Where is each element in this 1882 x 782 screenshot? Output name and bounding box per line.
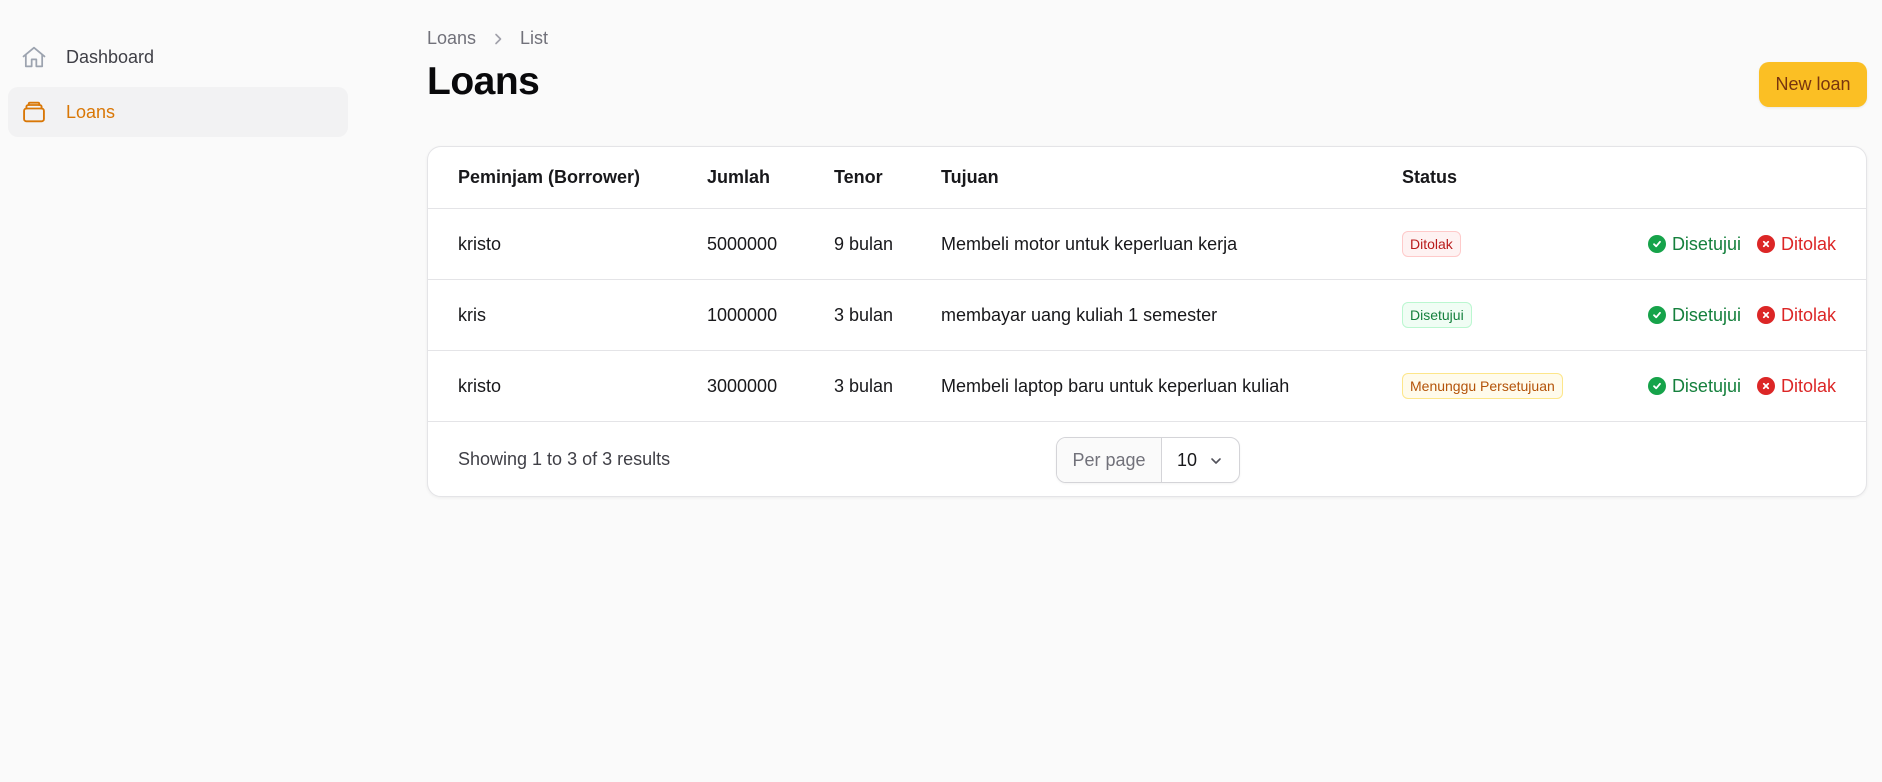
sidebar-item-loans[interactable]: Loans bbox=[8, 87, 348, 137]
sidebar-item-label: Dashboard bbox=[66, 46, 155, 67]
table-row: kristo 5000000 9 bulan Membeli motor unt… bbox=[428, 209, 1866, 280]
cell-amount: 5000000 bbox=[707, 233, 778, 254]
table-row: kristo 3000000 3 bulan Membeli laptop ba… bbox=[428, 351, 1866, 422]
cell-borrower: kris bbox=[458, 304, 486, 325]
status-badge: Menunggu Persetujuan bbox=[1402, 373, 1563, 399]
reject-label: Ditolak bbox=[1780, 375, 1836, 396]
loans-icon bbox=[20, 98, 48, 126]
cell-tenor: 3 bulan bbox=[834, 304, 894, 325]
cell-amount: 3000000 bbox=[707, 375, 778, 396]
cell-purpose: Membeli laptop baru untuk keperluan kuli… bbox=[941, 375, 1290, 396]
column-header-amount[interactable]: Jumlah bbox=[707, 167, 834, 188]
approve-label: Disetujui bbox=[1671, 375, 1741, 396]
breadcrumb-loans-link[interactable]: Loans bbox=[427, 28, 476, 49]
sidebar: Dashboard Loans bbox=[0, 0, 356, 782]
reject-label: Ditolak bbox=[1780, 304, 1836, 325]
chevron-right-icon bbox=[492, 33, 504, 45]
table-footer: Showing 1 to 3 of 3 results Per page 10 bbox=[428, 422, 1866, 496]
check-circle-icon bbox=[1647, 377, 1666, 395]
status-badge: Disetujui bbox=[1402, 302, 1472, 328]
home-icon bbox=[20, 43, 48, 71]
x-circle-icon bbox=[1756, 235, 1775, 253]
cell-tenor: 9 bulan bbox=[834, 233, 894, 254]
check-circle-icon bbox=[1647, 235, 1666, 253]
reject-button[interactable]: Ditolak bbox=[1756, 233, 1836, 255]
table-header: Peminjam (Borrower) Jumlah Tenor Tujuan … bbox=[428, 147, 1866, 209]
reject-label: Ditolak bbox=[1780, 233, 1836, 254]
column-header-status[interactable]: Status bbox=[1402, 167, 1642, 188]
per-page-select[interactable]: 10 bbox=[1162, 438, 1239, 482]
per-page-control: Per page 10 bbox=[1056, 437, 1240, 483]
approve-label: Disetujui bbox=[1671, 233, 1741, 254]
sidebar-item-dashboard[interactable]: Dashboard bbox=[8, 32, 348, 82]
cell-tenor: 3 bulan bbox=[834, 375, 894, 396]
column-header-borrower[interactable]: Peminjam (Borrower) bbox=[428, 167, 707, 188]
table-row: kris 1000000 3 bulan membayar uang kulia… bbox=[428, 280, 1866, 351]
new-loan-button[interactable]: New loan bbox=[1759, 62, 1867, 107]
status-badge: Ditolak bbox=[1402, 231, 1461, 257]
loans-table: Peminjam (Borrower) Jumlah Tenor Tujuan … bbox=[427, 146, 1867, 497]
page-title: Loans bbox=[427, 60, 540, 103]
cell-purpose: membayar uang kuliah 1 semester bbox=[941, 304, 1218, 325]
chevron-down-icon bbox=[1209, 452, 1223, 473]
reject-button[interactable]: Ditolak bbox=[1756, 375, 1836, 397]
approve-label: Disetujui bbox=[1671, 304, 1741, 325]
sidebar-item-label: Loans bbox=[66, 101, 116, 122]
cell-borrower: kristo bbox=[458, 375, 502, 396]
column-header-tenor[interactable]: Tenor bbox=[834, 167, 941, 188]
cell-amount: 1000000 bbox=[707, 304, 778, 325]
x-circle-icon bbox=[1756, 377, 1775, 395]
per-page-value: 10 bbox=[1177, 449, 1198, 470]
cell-purpose: Membeli motor untuk keperluan kerja bbox=[941, 233, 1238, 254]
check-circle-icon bbox=[1647, 306, 1666, 324]
x-circle-icon bbox=[1756, 306, 1775, 324]
per-page-label: Per page bbox=[1057, 438, 1162, 482]
breadcrumb-current: List bbox=[520, 28, 549, 48]
approve-button[interactable]: Disetujui bbox=[1647, 304, 1741, 326]
results-summary: Showing 1 to 3 of 3 results bbox=[458, 449, 671, 469]
breadcrumb: Loans List bbox=[427, 28, 548, 49]
column-header-purpose[interactable]: Tujuan bbox=[941, 167, 1402, 188]
approve-button[interactable]: Disetujui bbox=[1647, 233, 1741, 255]
approve-button[interactable]: Disetujui bbox=[1647, 375, 1741, 397]
cell-borrower: kristo bbox=[458, 233, 502, 254]
reject-button[interactable]: Ditolak bbox=[1756, 304, 1836, 326]
